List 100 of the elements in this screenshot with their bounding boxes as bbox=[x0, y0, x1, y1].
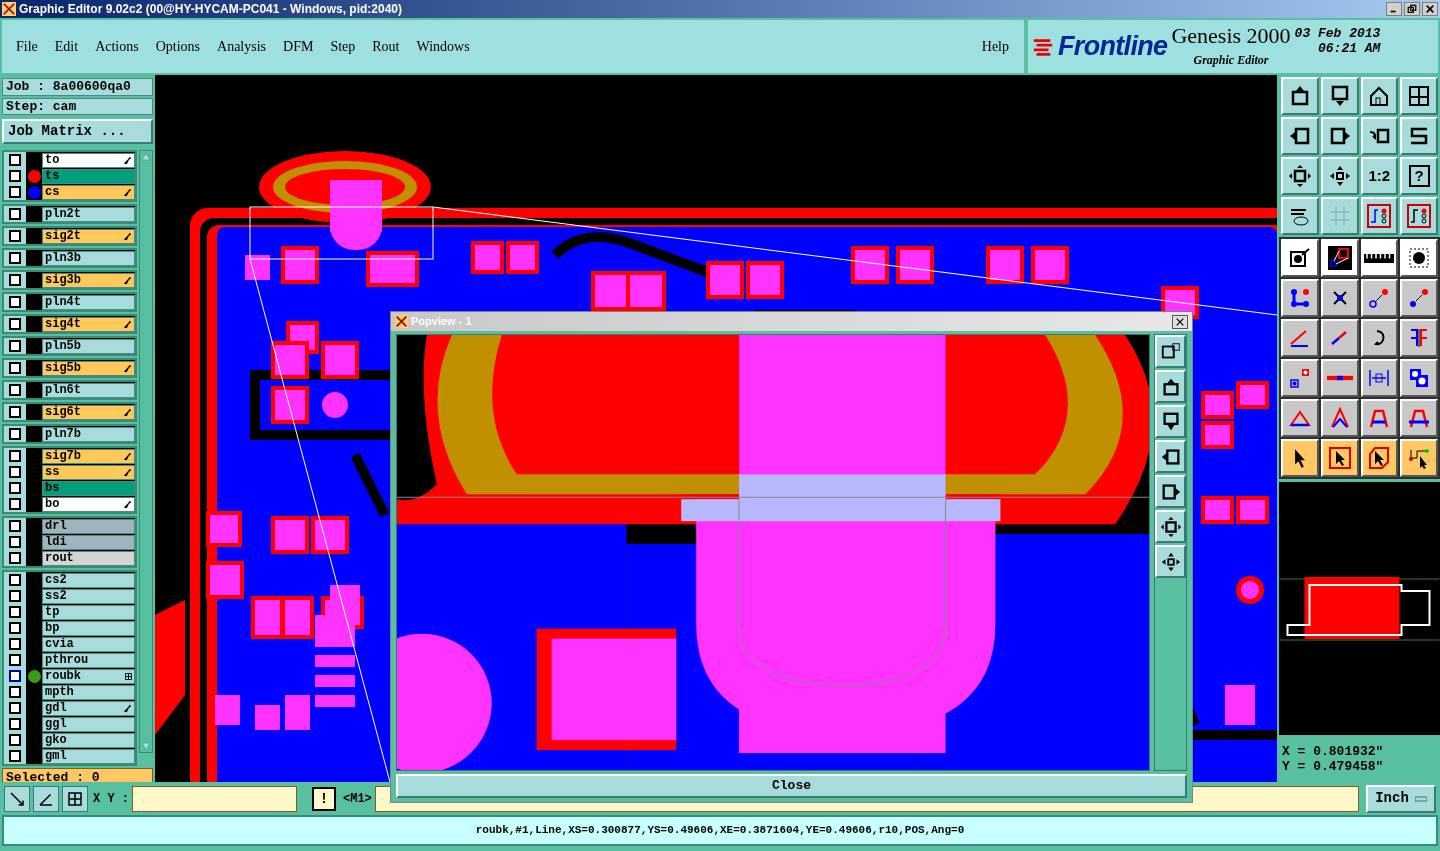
layer-name[interactable]: sig2t bbox=[42, 228, 135, 244]
layer-name[interactable]: sig7b bbox=[42, 448, 135, 464]
snap-tool-button[interactable] bbox=[4, 785, 30, 812]
popview-tool-button[interactable] bbox=[1155, 440, 1186, 474]
edit-tool-button[interactable] bbox=[1320, 239, 1359, 277]
edit-tool-button[interactable] bbox=[1320, 279, 1359, 317]
xy-input-field[interactable] bbox=[132, 785, 297, 812]
layer-name[interactable]: ggl bbox=[42, 716, 135, 732]
edit-tool-button[interactable] bbox=[1360, 319, 1399, 357]
layer-name[interactable]: tp bbox=[42, 604, 135, 620]
layer-checkbox[interactable] bbox=[9, 750, 21, 762]
layer-checkbox[interactable] bbox=[9, 428, 21, 440]
edit-tool-button[interactable] bbox=[1360, 399, 1399, 437]
edit-tool-button[interactable] bbox=[1320, 439, 1359, 477]
layer-checkbox[interactable] bbox=[9, 154, 21, 166]
view-tool-button[interactable] bbox=[1320, 117, 1359, 155]
layer-name[interactable]: ldi bbox=[42, 534, 135, 550]
layer-checkbox[interactable] bbox=[9, 274, 21, 286]
popview-tool-button[interactable] bbox=[1155, 335, 1186, 369]
view-tool-button[interactable] bbox=[1360, 197, 1399, 235]
popview-tool-button[interactable] bbox=[1155, 475, 1186, 509]
layer-name[interactable]: pln5b bbox=[42, 338, 135, 354]
layer-checkbox[interactable] bbox=[9, 718, 21, 730]
layer-name[interactable]: cs2 bbox=[42, 572, 135, 588]
warning-button[interactable]: ! bbox=[312, 786, 336, 811]
view-tool-button[interactable] bbox=[1400, 77, 1438, 115]
edit-tool-button[interactable] bbox=[1281, 359, 1319, 397]
layer-checkbox[interactable] bbox=[9, 482, 21, 494]
units-dropdown[interactable]: Inch bbox=[1366, 784, 1436, 813]
layer-checkbox[interactable] bbox=[9, 384, 21, 396]
layer-checkbox[interactable] bbox=[9, 498, 21, 510]
layer-name[interactable]: pln6t bbox=[42, 382, 135, 398]
menu-item[interactable]: Options bbox=[155, 36, 201, 57]
snap-tool-button[interactable] bbox=[33, 785, 59, 812]
layer-checkbox[interactable] bbox=[9, 230, 21, 242]
layer-name[interactable]: pln3b bbox=[42, 250, 135, 266]
close-button[interactable] bbox=[1172, 314, 1188, 329]
edit-tool-button[interactable] bbox=[1400, 359, 1438, 397]
layer-checkbox[interactable] bbox=[9, 638, 21, 650]
edit-tool-button[interactable] bbox=[1281, 279, 1319, 317]
edit-tool-button[interactable] bbox=[1360, 439, 1399, 477]
layer-checkbox[interactable] bbox=[9, 702, 21, 714]
edit-tool-button[interactable] bbox=[1320, 319, 1359, 357]
window-control-button[interactable] bbox=[1422, 2, 1438, 16]
edit-tool-button[interactable] bbox=[1281, 239, 1319, 277]
popview-tool-button[interactable] bbox=[1155, 545, 1186, 579]
close-window-button[interactable]: Close bbox=[396, 774, 1187, 798]
layer-name[interactable]: bs bbox=[42, 480, 135, 496]
layer-name[interactable]: pln7b bbox=[42, 426, 135, 442]
layer-checkbox[interactable] bbox=[9, 340, 21, 352]
job-matrix-button[interactable]: Job Matrix ... bbox=[2, 119, 153, 144]
edit-tool-button[interactable] bbox=[1400, 279, 1438, 317]
edit-tool-button[interactable] bbox=[1400, 399, 1438, 437]
layer-name[interactable]: sig4t bbox=[42, 316, 135, 332]
layer-checkbox[interactable] bbox=[9, 520, 21, 532]
edit-tool-button[interactable] bbox=[1400, 319, 1438, 357]
help-menu[interactable]: Help bbox=[981, 36, 1009, 57]
layer-checkbox[interactable] bbox=[9, 536, 21, 548]
layer-checkbox[interactable] bbox=[9, 406, 21, 418]
layer-checkbox[interactable] bbox=[9, 208, 21, 220]
menu-item[interactable]: File bbox=[16, 36, 38, 57]
view-tool-button[interactable]: ? bbox=[1400, 157, 1438, 195]
layer-checkbox[interactable] bbox=[9, 606, 21, 618]
menu-item[interactable]: Step bbox=[330, 36, 356, 57]
view-tool-button[interactable] bbox=[1400, 197, 1438, 235]
layer-checkbox[interactable] bbox=[9, 318, 21, 330]
menu-item[interactable]: DFM bbox=[283, 36, 314, 57]
edit-tool-button[interactable] bbox=[1360, 239, 1399, 277]
layer-name[interactable]: gko bbox=[42, 732, 135, 748]
popview-tool-button[interactable] bbox=[1155, 510, 1186, 544]
view-tool-button[interactable] bbox=[1281, 157, 1319, 195]
edit-tool-button[interactable] bbox=[1360, 359, 1399, 397]
layer-name[interactable]: sig5b bbox=[42, 360, 135, 376]
view-tool-button[interactable] bbox=[1320, 157, 1359, 195]
layer-name[interactable]: gdl bbox=[42, 700, 135, 716]
layer-name[interactable]: ts bbox=[42, 168, 135, 184]
layer-name[interactable]: ss bbox=[42, 464, 135, 480]
menu-item[interactable]: Rout bbox=[372, 36, 400, 57]
view-tool-button[interactable] bbox=[1281, 117, 1319, 155]
snap-tool-button[interactable] bbox=[62, 785, 88, 812]
window-control-button[interactable] bbox=[1404, 2, 1420, 16]
layer-name[interactable]: to bbox=[42, 152, 135, 168]
menu-item[interactable]: Analysis bbox=[217, 36, 267, 57]
edit-tool-button[interactable] bbox=[1320, 399, 1359, 437]
layer-name[interactable]: drl bbox=[42, 518, 135, 534]
edit-tool-button[interactable] bbox=[1400, 239, 1438, 277]
layer-name[interactable]: sig3b bbox=[42, 272, 135, 288]
edit-tool-button[interactable] bbox=[1360, 279, 1399, 317]
popview-tool-button[interactable] bbox=[1155, 370, 1186, 404]
layer-checkbox[interactable] bbox=[9, 450, 21, 462]
menu-item[interactable]: Edit bbox=[54, 36, 79, 57]
view-tool-button[interactable] bbox=[1360, 117, 1399, 155]
edit-tool-button[interactable] bbox=[1281, 439, 1319, 477]
layer-name[interactable]: mpth bbox=[42, 684, 135, 700]
edit-tool-button[interactable] bbox=[1320, 359, 1359, 397]
layer-checkbox[interactable] bbox=[9, 590, 21, 602]
layer-name[interactable]: gml bbox=[42, 748, 135, 764]
layer-checkbox[interactable] bbox=[9, 296, 21, 308]
view-tool-button[interactable] bbox=[1320, 77, 1359, 115]
layer-name[interactable]: roubk bbox=[42, 668, 135, 684]
